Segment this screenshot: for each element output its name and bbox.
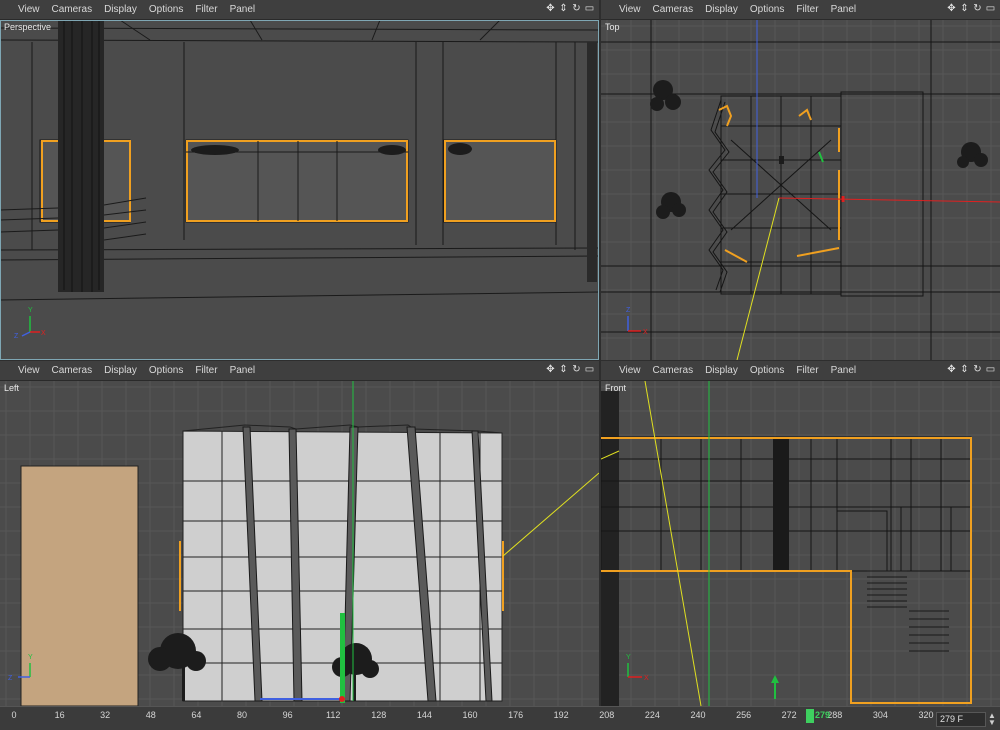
left-pane: View Cameras Display Options Filter Pane… [0,361,599,706]
menu-cameras[interactable]: Cameras [647,361,700,381]
front-label: Front [605,383,627,393]
rotate-view-icon[interactable]: ↻ [972,363,983,377]
left-axis-y: Y [28,654,33,661]
timeline-tick-label: 64 [191,710,202,720]
toggle-layout-icon[interactable]: ▭ [584,363,595,377]
menu-cameras[interactable]: Cameras [46,0,99,20]
menu-view[interactable]: View [0,361,46,381]
menu-options[interactable]: Options [143,361,189,381]
timeline-tick-label: 304 [872,710,888,720]
timeline-tick-label: 80 [236,710,248,720]
menu-cameras[interactable]: Cameras [647,0,700,20]
menu-filter[interactable]: Filter [189,361,223,381]
left-label: Left [4,383,20,393]
move-view-icon[interactable]: ✥ [545,2,556,16]
top-viewport[interactable]: Top Z X [601,20,1000,360]
move-view-icon[interactable]: ✥ [545,363,556,377]
move-view-icon[interactable]: ✥ [946,363,957,377]
front-viewport[interactable]: Front Y X [601,381,1000,706]
timeline-tick-label: 48 [145,710,156,720]
timeline-tick-label: 112 [326,710,341,720]
menu-panel[interactable]: Panel [224,0,262,20]
toggle-layout-icon[interactable]: ▭ [985,363,996,377]
toggle-layout-icon[interactable]: ▭ [584,2,595,16]
perspective-scene: Y X Z [0,20,599,360]
rotate-view-icon[interactable]: ↻ [571,363,582,377]
left-viewport[interactable]: Left Y Z [0,381,599,706]
menu-panel[interactable]: Panel [825,0,863,20]
timeline-tick-label: 176 [508,710,524,720]
frame-stepper-icon[interactable]: ▲ ▼ [988,712,996,727]
menu-options[interactable]: Options [744,0,790,20]
menu-options[interactable]: Options [744,361,790,381]
menu-display[interactable]: Display [699,0,744,20]
menu-panel[interactable]: Panel [825,361,863,381]
left-menubar: View Cameras Display Options Filter Pane… [0,361,599,381]
menu-display[interactable]: Display [98,361,143,381]
menu-cameras[interactable]: Cameras [46,361,99,381]
zoom-view-icon[interactable]: ⇕ [959,363,970,377]
timeline-tick-label: 16 [54,710,65,720]
cinema4d-viewport-layout: View Cameras Display Options Filter Pane… [0,0,1000,730]
rotate-view-icon[interactable]: ↻ [972,2,983,16]
front-scene: Y X [601,381,1000,706]
perspective-pane: View Cameras Display Options Filter Pane… [0,0,599,360]
menu-view[interactable]: View [0,0,46,20]
perspective-axis-y: Y [28,307,33,314]
menu-panel[interactable]: Panel [224,361,262,381]
menu-view[interactable]: View [601,361,647,381]
zoom-view-icon[interactable]: ⇕ [558,363,569,377]
timeline-tick-label: 160 [462,710,478,720]
front-axis-x: X [644,675,649,682]
top-pane: View Cameras Display Options Filter Pane… [601,0,1000,360]
menu-filter[interactable]: Filter [790,0,824,20]
menu-display[interactable]: Display [98,0,143,20]
top-scene: Z X [601,20,1000,360]
front-menubar: View Cameras Display Options Filter Pane… [601,361,1000,381]
left-scene: Y Z [0,381,599,706]
timeline-tick-label: 256 [736,710,752,720]
left-axis-z: Z [8,675,13,682]
zoom-view-icon[interactable]: ⇕ [959,2,970,16]
menu-filter[interactable]: Filter [790,361,824,381]
timeline-tick-label: 272 [781,710,797,720]
toggle-layout-icon[interactable]: ▭ [985,2,996,16]
timeline-tick-label: 208 [599,710,615,720]
top-label: Top [605,22,620,32]
playhead-frame-label: 279 [815,710,831,720]
top-menubar: View Cameras Display Options Filter Pane… [601,0,1000,20]
perspective-viewport[interactable]: Perspective Y X Z [0,20,599,360]
rotate-view-icon[interactable]: ↻ [571,2,582,16]
timeline-tick-label: 320 [918,710,934,720]
menu-filter[interactable]: Filter [189,0,223,20]
timeline-tick-label: 192 [553,710,569,720]
perspective-label: Perspective [4,22,52,32]
timeline-tick-label: 128 [371,710,387,720]
menu-view[interactable]: View [601,0,647,20]
timeline-playhead[interactable] [806,709,814,723]
front-pane: View Cameras Display Options Filter Pane… [601,361,1000,706]
perspective-menubar: View Cameras Display Options Filter Pane… [0,0,599,20]
zoom-view-icon[interactable]: ⇕ [558,2,569,16]
timeline-tick-label: 240 [690,710,706,720]
front-axis-y: Y [626,654,631,661]
timeline-tick-label: 144 [416,710,432,720]
timeline-tick-label: 32 [100,710,111,720]
move-view-icon[interactable]: ✥ [946,2,957,16]
top-axis-z: Z [626,307,631,314]
menu-display[interactable]: Display [699,361,744,381]
timeline-tick-label: 0 [11,710,17,720]
menu-options[interactable]: Options [143,0,189,20]
current-frame-field[interactable]: 279 F [936,712,986,727]
top-axis-x: X [643,329,648,336]
timeline-ruler[interactable]: 0 16 32 48 64 80 96 112 128 144 160 176 192 208 224 240… [0,706,1000,730]
perspective-axis-x: X [41,330,46,337]
perspective-axis-z: Z [14,333,19,340]
timeline-tick-label: 224 [644,710,660,720]
timeline-tick-label: 96 [282,710,293,720]
